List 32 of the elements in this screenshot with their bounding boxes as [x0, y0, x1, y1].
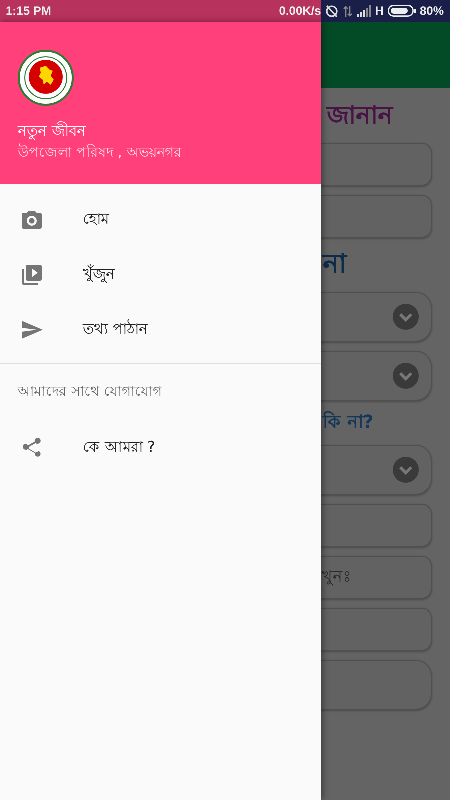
input-field[interactable]: [321, 608, 432, 651]
dropdown-field[interactable]: [321, 351, 432, 401]
input-field[interactable]: [321, 143, 432, 186]
text-area[interactable]: [321, 660, 432, 710]
status-time: 1:15 PM: [6, 4, 52, 18]
menu-item[interactable]: হোম: [0, 192, 321, 247]
dropdown-field[interactable]: [321, 445, 432, 495]
network-type: H: [375, 4, 384, 18]
signal-icon: [357, 5, 372, 17]
menu-item[interactable]: তথ্য পাঠান: [0, 302, 321, 357]
battery-icon: [388, 5, 416, 17]
battery-level: 80%: [420, 4, 444, 18]
input-field[interactable]: [321, 504, 432, 547]
dropdown-field[interactable]: [321, 292, 432, 342]
drawer-title: নতুন জীবন: [18, 120, 88, 142]
drawer-subtitle: উপজেলা পরিষদ , অভয়নগর: [18, 142, 183, 163]
chevron-down-icon: [393, 363, 419, 389]
video-library-icon: [20, 262, 44, 286]
menu-item[interactable]: খুঁজুন: [0, 247, 321, 302]
form-heading: জানান: [325, 100, 395, 132]
network-speed: 0.00K/s: [279, 4, 322, 18]
emblem-icon: [18, 50, 74, 106]
chevron-down-icon: [393, 457, 419, 483]
share-icon: [20, 436, 44, 460]
chevron-down-icon: [393, 304, 419, 330]
section-header: আমাদের সাথে যোগাযোগ: [16, 383, 164, 402]
form-heading: না: [321, 248, 349, 282]
form-question: কি না?: [321, 410, 375, 435]
alarm-off-icon: [325, 4, 340, 18]
data-arrows-icon: [343, 4, 354, 18]
menu-item[interactable]: কে আমরা ?: [0, 420, 321, 475]
input-field[interactable]: [321, 195, 432, 238]
